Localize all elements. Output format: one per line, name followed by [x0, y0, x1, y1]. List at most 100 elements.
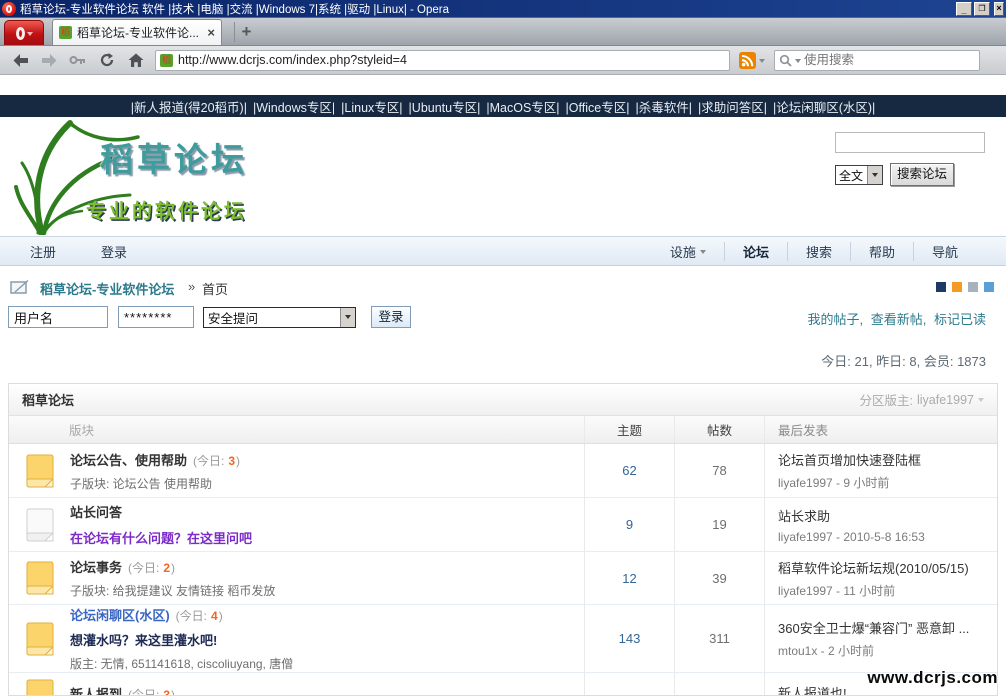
last-post-meta[interactable]: liyafe1997 - 9 小时前: [778, 474, 997, 491]
search-scope-select[interactable]: 全文: [835, 165, 883, 185]
forum-description: 在论坛有什么问题？在这里问吧: [70, 528, 252, 547]
window-controls: _ ❐ ×: [956, 2, 1004, 16]
nav-link-macos[interactable]: |MacOS专区|: [486, 97, 559, 116]
tab-bar: 稻 稻草论坛-专业软件论... × +: [0, 18, 1006, 46]
opera-logo-icon: [16, 27, 25, 40]
forum-link[interactable]: 新人报到: [70, 684, 122, 696]
close-button[interactable]: ×: [994, 2, 1004, 16]
board-icon: [10, 279, 30, 295]
category-title[interactable]: 稻草论坛: [22, 390, 860, 409]
tab-title: 稻草论坛-专业软件论...: [77, 24, 202, 41]
style-square-orange[interactable]: [952, 282, 962, 292]
last-post-link[interactable]: 360安全卫士爆“兼容门” 恶意卸 ...: [778, 618, 997, 637]
reload-icon[interactable]: [97, 51, 117, 69]
nav-link-linux[interactable]: |Linux专区|: [341, 97, 402, 116]
back-icon[interactable]: [10, 51, 30, 69]
rss-icon: [739, 52, 756, 69]
nav-link-newcomer[interactable]: |新人报道(得20稻币)|: [131, 97, 247, 116]
moderators-list[interactable]: 版主: 无情, 651141618, ciscoliuyang, 唐僧: [70, 655, 293, 672]
site-favicon-icon: 稻: [59, 26, 72, 39]
style-square-navy[interactable]: [936, 282, 946, 292]
my-posts-link[interactable]: 我的帖子,: [807, 312, 863, 327]
today-count: 3: [228, 454, 235, 468]
tab-active[interactable]: 稻 稻草论坛-专业软件论... ×: [52, 19, 222, 45]
mark-read-link[interactable]: 标记已读: [934, 312, 986, 327]
col-lastpost: 最后发表: [764, 416, 997, 443]
forum-search-button[interactable]: 搜索论坛: [890, 163, 954, 186]
forum-new-posts-icon: [26, 454, 54, 488]
forum-search-input[interactable]: [835, 132, 985, 153]
key-icon[interactable]: [68, 51, 88, 69]
username-input[interactable]: [8, 306, 108, 328]
menu-forum[interactable]: 论坛: [724, 242, 787, 261]
forum-new-posts-icon: [26, 679, 54, 696]
last-post-meta[interactable]: liyafe1997 - 2010-5-8 16:53: [778, 530, 997, 544]
password-input[interactable]: [118, 306, 194, 328]
chevron-down-icon: [27, 32, 33, 39]
address-bar: 稻: [0, 46, 1006, 75]
search-icon: [779, 54, 792, 67]
minimize-button[interactable]: _: [956, 2, 972, 16]
last-post-meta[interactable]: mtou1x - 2 小时前: [778, 642, 997, 659]
watermark: www.dcrjs.com: [867, 668, 998, 688]
login-button[interactable]: 登录: [371, 306, 411, 328]
forum-link[interactable]: 论坛公告、使用帮助: [70, 450, 187, 469]
last-post-link[interactable]: 站长求助: [778, 506, 997, 525]
new-posts-link[interactable]: 查看新帖,: [871, 312, 927, 327]
nav-link-chat[interactable]: |论坛闲聊区(水区)|: [773, 97, 875, 116]
topics-count: 143: [584, 605, 674, 672]
site-logo-subtitle: 专业的软件论坛: [86, 195, 247, 224]
forum-link[interactable]: 论坛事务: [70, 557, 122, 576]
nav-link-antivirus[interactable]: |杀毒软件|: [635, 97, 692, 116]
menu-help[interactable]: 帮助: [850, 242, 913, 261]
home-icon[interactable]: [126, 51, 146, 69]
forum-row-affairs: 论坛事务 (今日:2) 子版块: 给我提建议 友情链接 稻币发放 12 39 稻…: [9, 552, 997, 605]
moderator-link[interactable]: liyafe1997: [917, 393, 974, 407]
tab-close-icon[interactable]: ×: [207, 27, 215, 39]
menubar-right: 设施 论坛 搜索 帮助 导航: [652, 242, 976, 261]
last-post-link[interactable]: 论坛首页增加快速登陆框: [778, 450, 997, 469]
breadcrumb-site-link[interactable]: 稻草论坛-专业软件论坛: [40, 279, 174, 298]
menu-search[interactable]: 搜索: [787, 242, 850, 261]
col-board: 版块: [9, 420, 584, 439]
menu-facilities[interactable]: 设施: [652, 242, 724, 261]
subforum-links[interactable]: 子版块: 给我提建议 友情链接 稻币发放: [70, 582, 275, 599]
menu-navigation[interactable]: 导航: [913, 242, 976, 261]
browser-search-input[interactable]: [804, 53, 975, 67]
page-content: |新人报道(得20稻币)| |Windows专区| |Linux专区| |Ubu…: [0, 75, 1006, 696]
topics-count: [584, 673, 674, 696]
select-arrow-button[interactable]: [340, 308, 355, 327]
search-scope-value: 全文: [836, 167, 867, 184]
column-headers: 版块 主题 帖数 最后发表: [9, 416, 997, 444]
style-square-blue[interactable]: [984, 282, 994, 292]
opera-menu-button[interactable]: [4, 20, 44, 45]
login-form: 安全提问 登录: [8, 304, 411, 330]
col-posts: 帖数: [674, 416, 764, 443]
rss-button[interactable]: [739, 52, 765, 69]
style-square-gray[interactable]: [968, 282, 978, 292]
url-input[interactable]: [178, 53, 725, 67]
security-question-select[interactable]: 安全提问: [203, 307, 356, 328]
nav-link-windows[interactable]: |Windows专区|: [253, 97, 335, 116]
select-arrow-button[interactable]: [867, 166, 882, 184]
login-link[interactable]: 登录: [101, 242, 127, 261]
forum-new-posts-icon: [26, 622, 54, 656]
subforum-links[interactable]: 子版块: 论坛公告 使用帮助: [70, 475, 240, 492]
new-tab-button[interactable]: +: [234, 22, 258, 42]
chevron-down-icon: [978, 398, 984, 405]
last-post-link[interactable]: 稻草软件论坛新坛规(2010/05/15): [778, 558, 997, 577]
topics-count: 62: [584, 444, 674, 497]
style-switcher: [936, 282, 994, 292]
register-link[interactable]: 注册: [30, 242, 56, 261]
forum-link[interactable]: 站长问答: [70, 502, 122, 521]
last-post-meta[interactable]: liyafe1997 - 11 小时前: [778, 582, 997, 599]
nav-link-office[interactable]: |Office专区|: [566, 97, 630, 116]
restore-button[interactable]: ❐: [974, 2, 990, 16]
forum-link[interactable]: 论坛闲聊区(水区): [70, 605, 170, 624]
nav-link-ubuntu[interactable]: |Ubuntu专区|: [409, 97, 481, 116]
site-nav-bar: |新人报道(得20稻币)| |Windows专区| |Linux专区| |Ubu…: [0, 95, 1006, 117]
nav-link-help[interactable]: |求助问答区|: [698, 97, 767, 116]
forward-icon[interactable]: [39, 51, 59, 69]
chevron-down-icon: [795, 59, 801, 66]
forum-menubar: 注册 登录 设施 论坛 搜索 帮助 导航: [0, 236, 1006, 266]
